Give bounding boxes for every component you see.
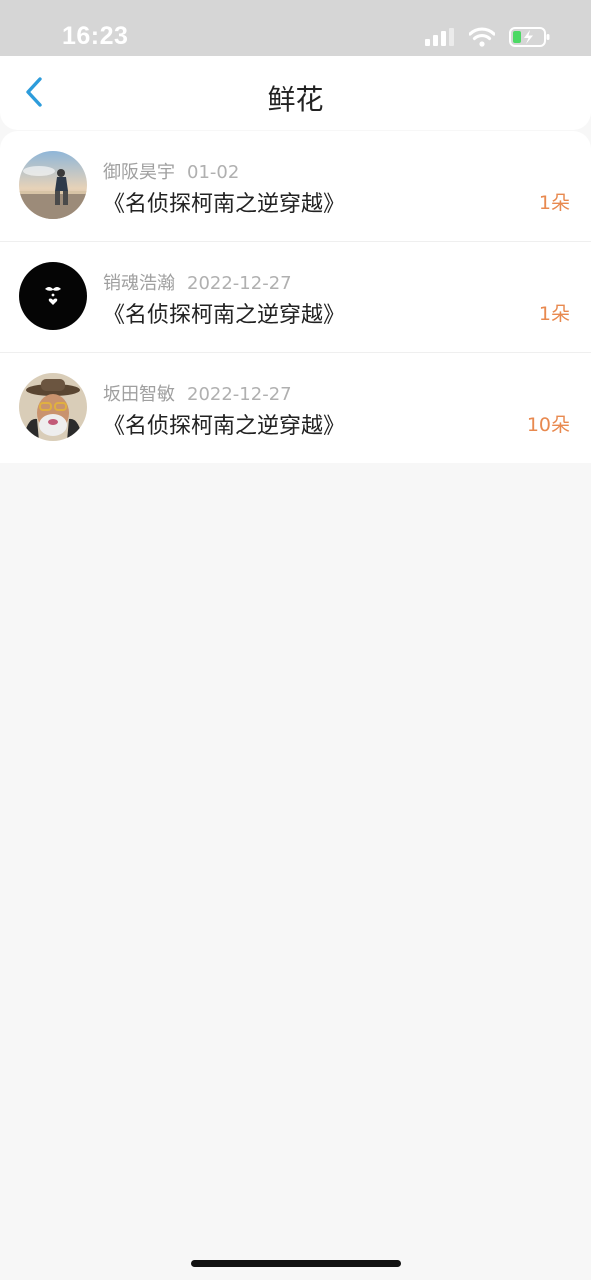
gift-date: 2022-12-27 — [187, 273, 292, 294]
gift-date: 2022-12-27 — [187, 384, 292, 405]
status-time: 16:23 — [62, 22, 129, 50]
status-icons — [425, 27, 551, 51]
user-name[interactable]: 销魂浩瀚 — [103, 273, 175, 294]
flower-count: 1朵 — [538, 192, 570, 214]
book-title[interactable]: 《名侦探柯南之逆穿越》 — [103, 408, 345, 440]
book-title[interactable]: 《名侦探柯南之逆穿越》 — [103, 297, 345, 329]
gift-meta: 销魂浩瀚 2022-12-27 — [103, 269, 292, 295]
avatar[interactable] — [19, 373, 87, 441]
wifi-icon — [468, 27, 496, 51]
user-name[interactable]: 御阪昊宇 — [103, 162, 175, 183]
status-bar: 16:23 — [0, 0, 591, 56]
battery-charging-icon — [509, 26, 551, 52]
avatar[interactable] — [19, 151, 87, 219]
page-title: 鲜花 — [267, 83, 324, 116]
flower-count: 10朵 — [526, 414, 570, 436]
user-name[interactable]: 坂田智敏 — [103, 384, 175, 405]
nav-bar: 鲜花 — [0, 56, 591, 130]
avatar[interactable] — [19, 262, 87, 330]
list-item[interactable]: 御阪昊宇 01-02 《名侦探柯南之逆穿越》 1朵 — [0, 131, 591, 241]
gift-meta: 御阪昊宇 01-02 — [103, 158, 239, 184]
gift-meta: 坂田智敏 2022-12-27 — [103, 380, 292, 406]
home-indicator[interactable] — [191, 1260, 401, 1267]
signal-icon — [425, 28, 455, 50]
flower-gift-list: 御阪昊宇 01-02 《名侦探柯南之逆穿越》 1朵 销魂浩瀚 2022-12-27 … — [0, 131, 591, 463]
flower-count: 1朵 — [538, 303, 570, 325]
list-item[interactable]: 销魂浩瀚 2022-12-27 《名侦探柯南之逆穿越》 1朵 — [0, 241, 591, 352]
gift-date: 01-02 — [187, 162, 240, 183]
list-item[interactable]: 坂田智敏 2022-12-27 《名侦探柯南之逆穿越》 10朵 — [0, 352, 591, 463]
book-title[interactable]: 《名侦探柯南之逆穿越》 — [103, 186, 345, 218]
